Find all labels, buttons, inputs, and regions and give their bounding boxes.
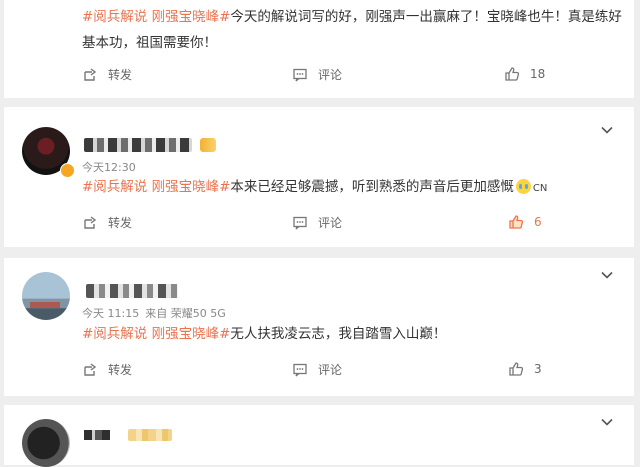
avatar[interactable] (22, 272, 70, 320)
like-icon (509, 215, 524, 229)
comment-meta: 今天 11:15 来自 荣耀50 5G (82, 305, 232, 321)
comment-card: #阅兵解说 刚强宝晓峰#今天的解说词写的好，刚强声一出赢麻了！宝晓峰也牛！真是练… (4, 0, 634, 98)
comment-text: #阅兵解说 刚强宝晓峰#今天的解说词写的好，刚强声一出赢麻了！宝晓峰也牛！真是练… (82, 4, 622, 56)
comment-text: #阅兵解说 刚强宝晓峰#无人扶我凌云志，我自踏雪入山巅！ (82, 321, 622, 347)
repost-icon (84, 67, 97, 81)
topic-tag[interactable]: #阅兵解说 刚强宝晓峰# (82, 326, 230, 342)
chevron-down-icon[interactable] (600, 415, 614, 429)
repost-label: 转发 (108, 216, 133, 230)
verified-icon (60, 163, 75, 178)
comment-icon (293, 68, 307, 81)
comment-label: 评论 (318, 68, 343, 82)
username-blurred[interactable] (84, 138, 192, 152)
like-button[interactable]: 6 (508, 214, 542, 230)
like-icon (509, 362, 524, 376)
comment-button[interactable]: 评论 (292, 361, 342, 378)
comment-button[interactable]: 评论 (292, 214, 342, 231)
comment-actions: 转发 评论 18 (4, 66, 634, 86)
topic-tag[interactable]: #阅兵解说 刚强宝晓峰# (82, 179, 230, 195)
timestamp: 今天12:30 (82, 161, 136, 174)
cry-icon (515, 179, 531, 194)
chevron-down-icon[interactable] (600, 268, 614, 282)
chevron-down-icon[interactable] (600, 123, 614, 137)
repost-button[interactable]: 转发 (82, 66, 132, 83)
member-badge (128, 429, 172, 441)
comment-actions: 转发 评论 3 (4, 361, 634, 381)
comment-icon (293, 216, 307, 229)
timestamp: 今天 11:15 (82, 307, 140, 320)
avatar[interactable] (22, 419, 70, 467)
repost-icon (84, 215, 97, 229)
comment-meta: 今天12:30 (82, 159, 142, 175)
repost-button[interactable]: 转发 (82, 361, 132, 378)
repost-label: 转发 (108, 363, 133, 377)
comment-body: 本来已经足够震撼，听到熟悉的声音后更加感慨 (230, 179, 514, 195)
like-count: 18 (530, 67, 546, 81)
comment-card (4, 405, 634, 467)
like-count: 6 (534, 215, 542, 229)
comment-card: 今天 11:15 来自 荣耀50 5G #阅兵解说 刚强宝晓峰#无人扶我凌云志，我… (4, 258, 634, 396)
like-icon (505, 67, 520, 81)
like-button[interactable]: 3 (508, 361, 542, 377)
comment-actions: 转发 评论 6 (4, 214, 634, 234)
like-count: 3 (534, 362, 542, 376)
repost-icon (84, 362, 97, 376)
like-button[interactable]: 18 (504, 66, 545, 82)
comment-body: 无人扶我凌云志，我自踏雪入山巅！ (230, 326, 447, 342)
username-blurred[interactable] (84, 430, 110, 440)
emoji-suffix: CN (532, 183, 548, 194)
username-blurred[interactable] (86, 284, 178, 298)
comment-button[interactable]: 评论 (292, 66, 342, 83)
topic-tag[interactable]: #阅兵解说 刚强宝晓峰# (82, 9, 230, 25)
comment-card: 今天12:30 #阅兵解说 刚强宝晓峰#本来已经足够震撼，听到熟悉的声音后更加感… (4, 107, 634, 247)
source-device: 来自 荣耀50 5G (145, 307, 226, 320)
comment-text: #阅兵解说 刚强宝晓峰#本来已经足够震撼，听到熟悉的声音后更加感慨 CN (82, 174, 622, 202)
member-badge (200, 138, 216, 152)
repost-label: 转发 (108, 68, 133, 82)
comment-label: 评论 (318, 216, 343, 230)
repost-button[interactable]: 转发 (82, 214, 132, 231)
comment-label: 评论 (318, 363, 343, 377)
comment-icon (293, 363, 307, 376)
